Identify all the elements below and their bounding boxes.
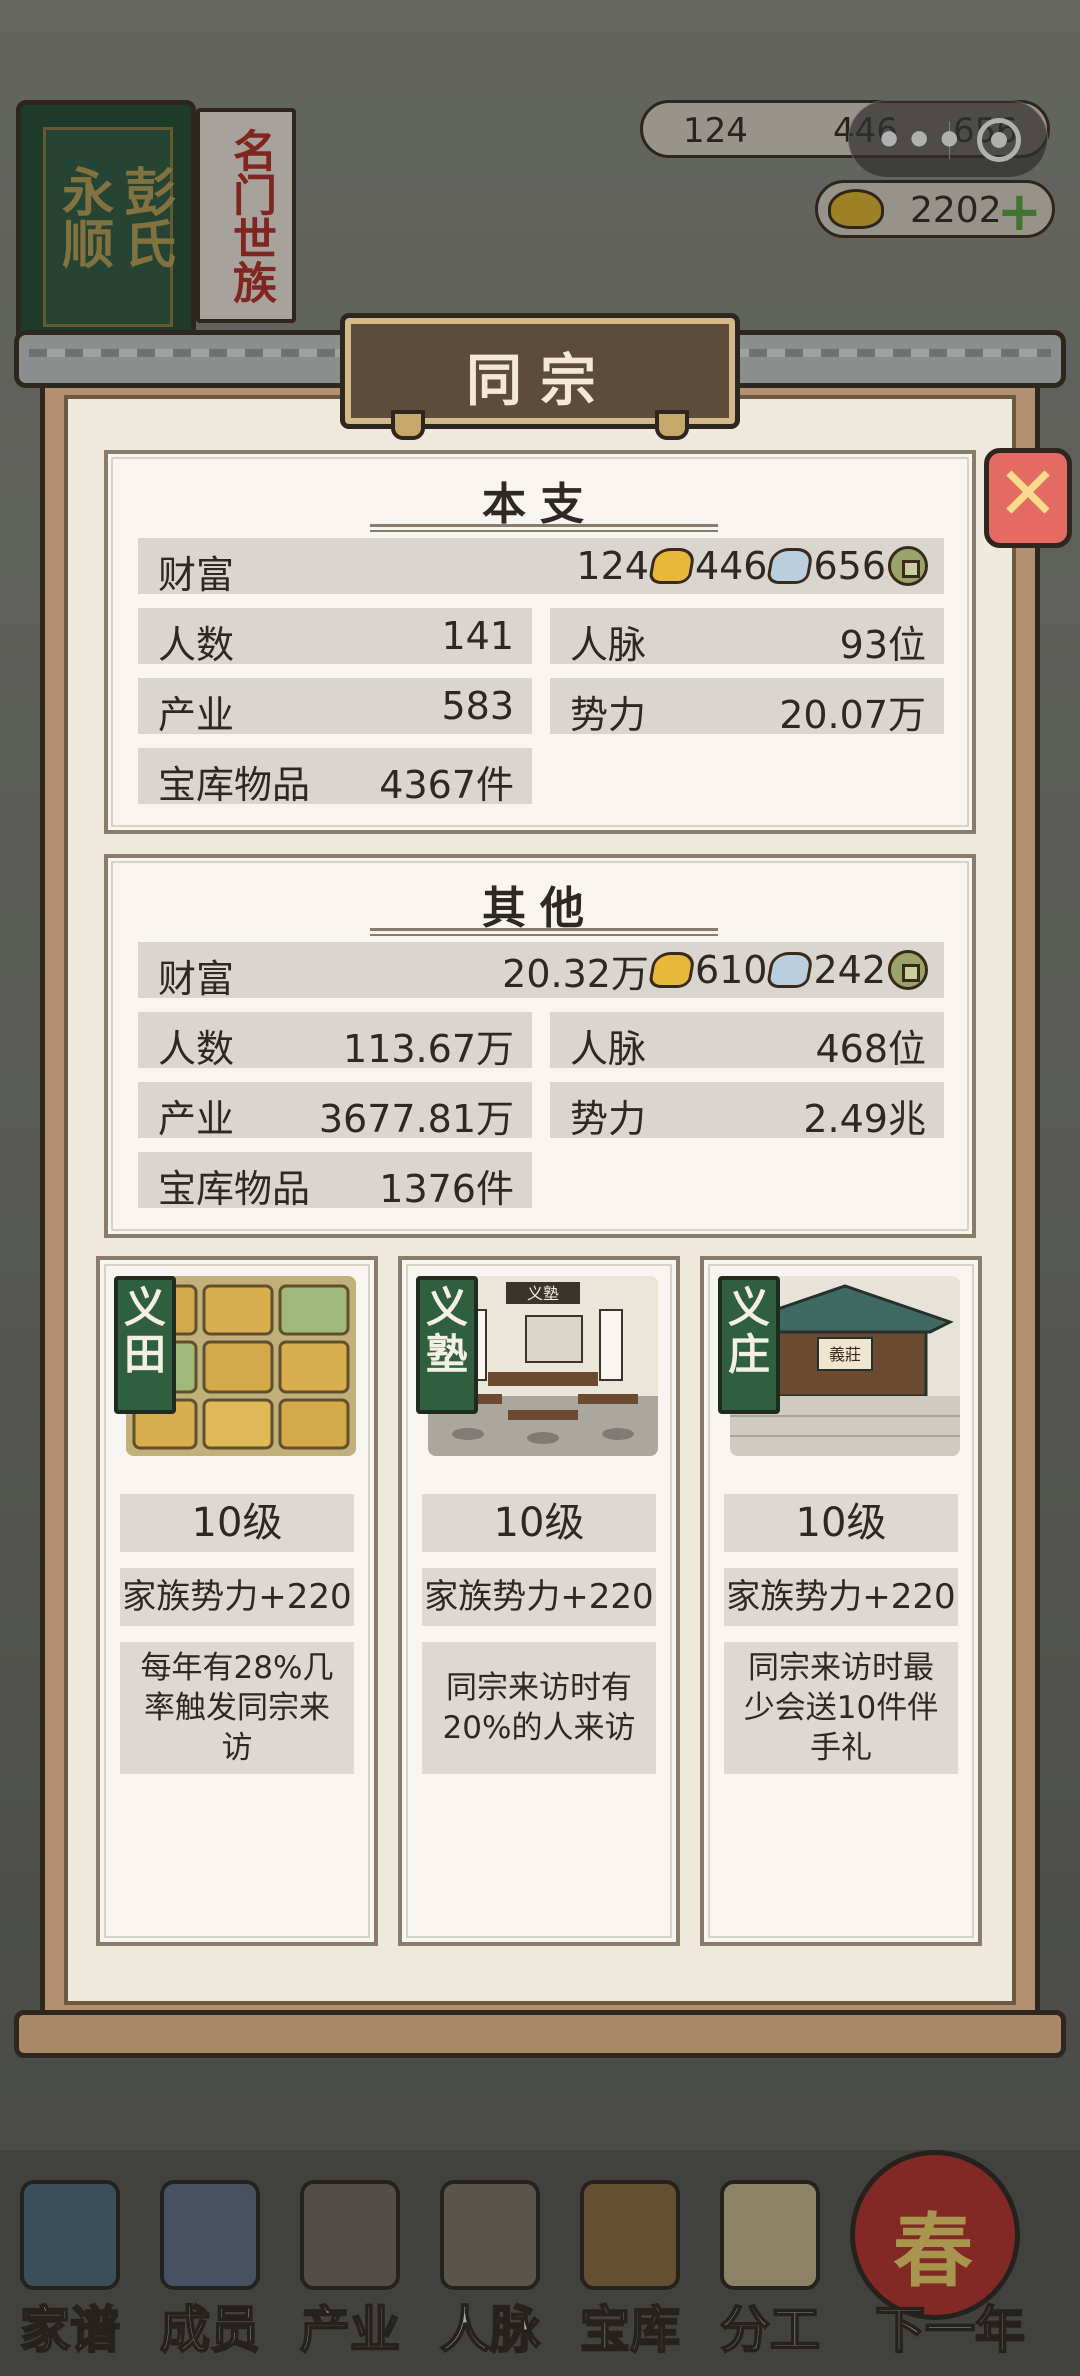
coin-value: 656 [813, 544, 886, 588]
facility-description: 每年有28%几率触发同宗来访 [120, 1642, 354, 1774]
facility-buff: 家族势力+220 [724, 1568, 958, 1626]
connections-value: 93位 [839, 623, 926, 667]
influence-row: 势力 2.49兆 [550, 1082, 944, 1141]
facility-buff: 家族势力+220 [120, 1568, 354, 1626]
copper-coin-icon [888, 546, 928, 586]
gold-value: 20.32万 [502, 951, 649, 996]
silver-value: 446 [694, 544, 768, 588]
facility-name-tag: 义塾 [416, 1276, 478, 1414]
close-icon: ✕ [996, 451, 1059, 537]
connections-value: 468位 [815, 1027, 926, 1071]
facility-card-charity-field[interactable]: 义田 10级 家族势力+220 每年有28%几率触发同宗来访 [96, 1256, 378, 1946]
connections-row: 人脉 93位 [550, 608, 944, 667]
gold-bar-icon [647, 548, 697, 584]
facility-name-tag: 义庄 [718, 1276, 780, 1414]
facility-card-clan-estate[interactable]: 義莊 义庄 10级 家族势力+220 同宗来访时最少会送10件伴手礼 [700, 1256, 982, 1946]
facility-level: 10级 [120, 1494, 354, 1552]
panel-title: 本支 [482, 479, 598, 530]
facility-card-clan-school[interactable]: 义塾 义塾 10级 家族势力+220 同宗来访时有20%的人来访 [398, 1256, 680, 1946]
modal-title: 同宗 [466, 349, 614, 414]
facility-description: 同宗来访时有20%的人来访 [422, 1642, 656, 1774]
treasury-value: 1376件 [379, 1167, 514, 1211]
population-label: 人数 [158, 1027, 235, 1071]
wealth-label: 财富 [158, 957, 235, 1001]
connections-label: 人脉 [570, 1027, 647, 1071]
estate-sign-text: 義莊 [829, 1345, 861, 1364]
panel-title: 其他 [482, 883, 598, 934]
wealth-label: 财富 [158, 553, 235, 597]
treasury-row: 宝库物品 1376件 [138, 1152, 532, 1211]
connections-row: 人脉 468位 [550, 1012, 944, 1071]
industry-row: 产业 583 [138, 678, 532, 737]
treasury-label: 宝库物品 [158, 1167, 311, 1211]
facility-name: 义塾 [425, 1283, 468, 1380]
facility-name: 义田 [123, 1283, 166, 1380]
influence-label: 势力 [570, 1097, 647, 1141]
influence-value: 2.49兆 [803, 1097, 926, 1141]
main-branch-panel: 本支 财富 124 446 656 人数 141 人脉 93位 产业 583 势… [104, 450, 976, 834]
silver-value: 610 [694, 948, 768, 992]
close-button[interactable]: ✕ [984, 448, 1072, 548]
facility-buff: 家族势力+220 [422, 1568, 656, 1626]
industry-value: 3677.81万 [318, 1097, 514, 1141]
facility-name-tag: 义田 [114, 1276, 176, 1414]
influence-label: 势力 [570, 693, 647, 737]
industry-label: 产业 [158, 1097, 235, 1141]
industry-row: 产业 3677.81万 [138, 1082, 532, 1141]
title-divider [370, 928, 718, 936]
facility-level: 10级 [422, 1494, 656, 1552]
treasury-label: 宝库物品 [158, 763, 311, 807]
industry-value: 583 [441, 684, 514, 728]
copper-coin-icon [888, 950, 928, 990]
other-branches-panel: 其他 财富 20.32万 610 242 人数 113.67万 人脉 468位 … [104, 854, 976, 1238]
population-value: 113.67万 [343, 1027, 514, 1071]
scroll-base [14, 2010, 1066, 2058]
influence-value: 20.07万 [779, 693, 926, 737]
connections-label: 人脉 [570, 623, 647, 667]
title-divider [370, 524, 718, 532]
influence-row: 势力 20.07万 [550, 678, 944, 737]
population-value: 141 [441, 614, 514, 658]
wealth-values: 20.32万 610 242 [502, 948, 930, 996]
treasury-row: 宝库物品 4367件 [138, 748, 532, 807]
industry-label: 产业 [158, 693, 235, 737]
school-sign-text: 义塾 [527, 1284, 559, 1303]
population-row: 人数 141 [138, 608, 532, 667]
gold-value: 124 [576, 544, 649, 588]
coin-value: 242 [813, 948, 886, 992]
wealth-row: 财富 20.32万 610 242 [138, 942, 944, 1001]
modal-title-plate: 同宗 [340, 313, 740, 440]
wealth-row: 财富 124 446 656 [138, 538, 944, 597]
facility-description: 同宗来访时最少会送10件伴手礼 [724, 1642, 958, 1774]
facility-level: 10级 [724, 1494, 958, 1552]
gold-bar-icon [647, 952, 697, 988]
silver-bar-icon [766, 548, 815, 584]
population-label: 人数 [158, 623, 235, 667]
facility-name: 义庄 [727, 1283, 770, 1380]
treasury-value: 4367件 [379, 763, 514, 807]
wealth-values: 124 446 656 [576, 544, 930, 588]
population-row: 人数 113.67万 [138, 1012, 532, 1071]
silver-bar-icon [766, 952, 815, 988]
